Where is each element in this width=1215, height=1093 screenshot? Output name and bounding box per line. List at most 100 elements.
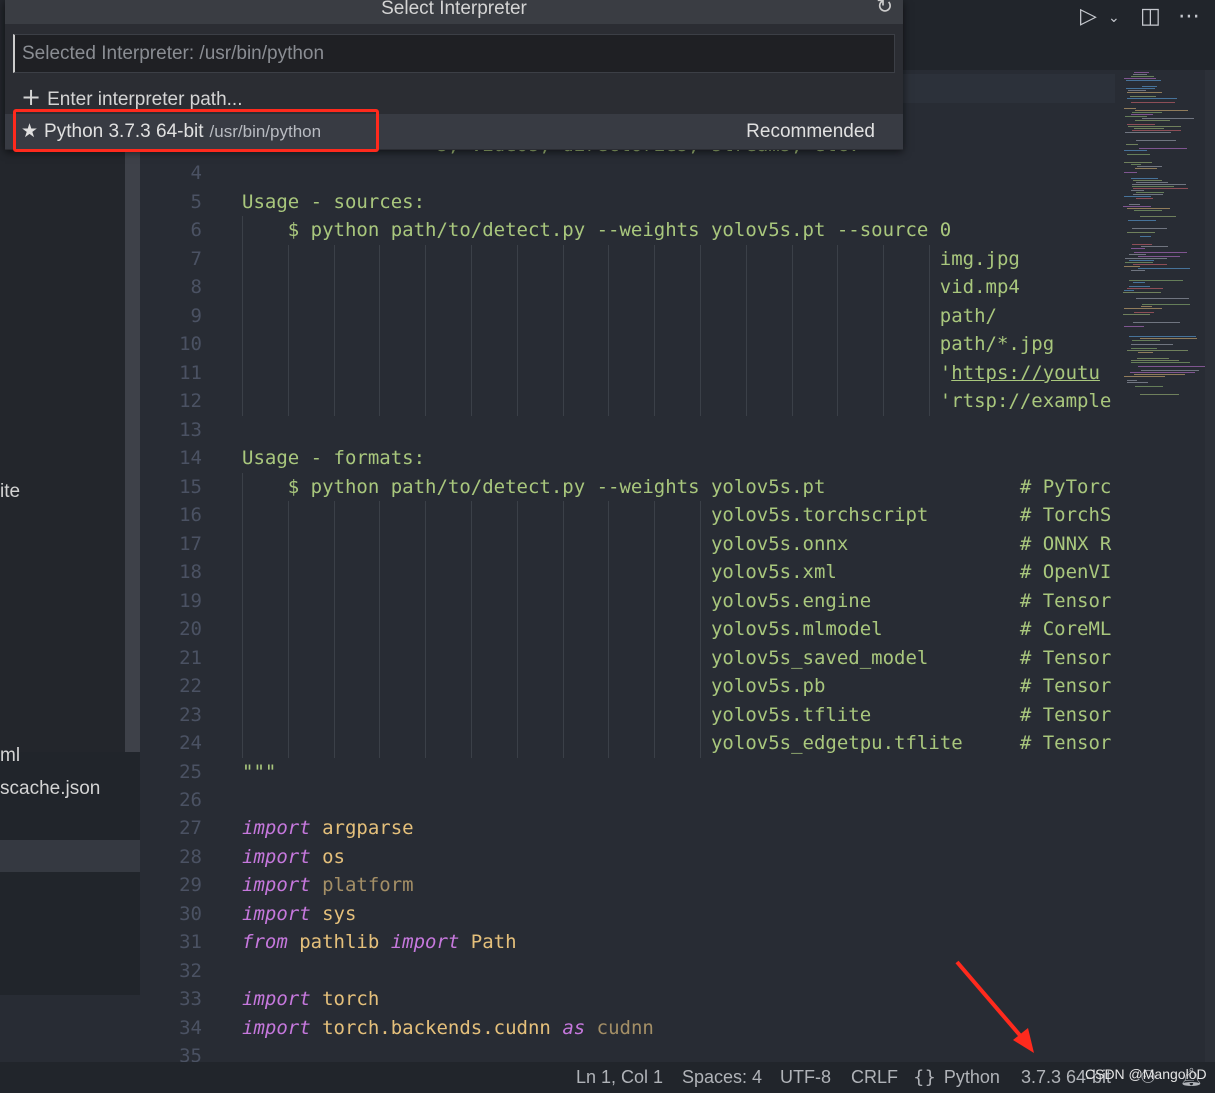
sidebar-item[interactable]: ite xyxy=(0,481,20,503)
line-number: 22 xyxy=(179,675,202,698)
end-of-line[interactable]: CRLF xyxy=(851,1067,898,1088)
code-line[interactable]: 29 import platform xyxy=(140,871,1115,900)
minimap-line xyxy=(1137,358,1170,359)
minimap-line xyxy=(1142,86,1158,87)
code-line[interactable]: 12 'rtsp://example xyxy=(140,387,1115,416)
encoding[interactable]: UTF-8 xyxy=(780,1067,831,1088)
minimap-line xyxy=(1133,180,1162,181)
minimap-line xyxy=(1129,336,1197,337)
indent-guide xyxy=(516,643,518,673)
line-number: 31 xyxy=(179,931,202,954)
minimap-line xyxy=(1124,162,1153,163)
minimap-line xyxy=(1131,360,1180,361)
code-token: import xyxy=(242,845,311,868)
split-editor-icon[interactable]: ◫ xyxy=(1140,4,1161,29)
indent-guide xyxy=(654,672,656,701)
code-line[interactable]: 5 Usage - sources: xyxy=(140,188,1115,217)
indent-guide xyxy=(745,244,747,274)
indent-guide xyxy=(333,301,335,331)
code-line[interactable]: 13 xyxy=(140,416,1115,445)
code-line[interactable]: 19 yolov5s.engine # Tensor xyxy=(140,586,1115,616)
code-token: pathlib xyxy=(287,931,391,954)
refresh-icon[interactable]: ↻ xyxy=(876,0,893,16)
code-line[interactable]: 33 import torch xyxy=(140,985,1115,1014)
code-line[interactable]: 22 yolov5s.pb # Tensor xyxy=(140,672,1115,701)
minimap-line xyxy=(1141,306,1152,307)
sidebar-item[interactable]: scache.json xyxy=(0,778,100,800)
minimap-line xyxy=(1131,164,1142,165)
chevron-down-icon[interactable]: ⌄ xyxy=(1108,10,1120,26)
minimap-line xyxy=(1140,236,1152,237)
highlight-annotation-box xyxy=(13,109,379,152)
code-line[interactable]: 8 vid.mp4 xyxy=(140,273,1115,302)
minimap-line xyxy=(1134,128,1164,129)
code-token: $ python path/to/detect.py --weights yol… xyxy=(242,219,952,242)
minimap-line xyxy=(1133,322,1180,323)
minimap-line xyxy=(1131,102,1176,103)
code-line[interactable]: 9 path/ xyxy=(140,301,1115,331)
minimap[interactable] xyxy=(1115,70,1214,1062)
recommended-badge: Recommended xyxy=(746,121,875,142)
code-line[interactable]: 11 'https://youtu xyxy=(140,358,1115,388)
code-line[interactable]: 16 yolov5s.torchscript # TorchS xyxy=(140,501,1115,530)
indent-guide xyxy=(242,529,243,559)
sidebar-item[interactable]: ml xyxy=(0,745,20,767)
indent-guide xyxy=(608,387,610,416)
code-text: Usage - formats: xyxy=(242,444,425,473)
cursor-position[interactable]: Ln 1, Col 1 xyxy=(576,1067,663,1088)
line-number: 5 xyxy=(190,190,202,213)
indent-guide xyxy=(700,586,701,616)
indentation[interactable]: Spaces: 4 xyxy=(682,1067,762,1088)
indent-guide xyxy=(700,301,701,331)
sidebar-selected-row[interactable] xyxy=(0,840,140,872)
code-line[interactable]: 34 import torch.backends.cudnn as cudnn xyxy=(140,1014,1115,1043)
code-line[interactable]: 20 yolov5s.mlmodel # CoreML xyxy=(140,615,1115,644)
code-line[interactable]: 21 yolov5s_saved_model # Tensor xyxy=(140,643,1115,673)
indent-guide xyxy=(471,358,472,388)
code-line[interactable]: 14 Usage - formats: xyxy=(140,444,1115,473)
indent-guide xyxy=(700,729,701,758)
code-line[interactable]: 26 xyxy=(140,786,1115,815)
indent-guide xyxy=(516,558,518,587)
interpreter-search-input[interactable]: Selected Interpreter: /usr/bin/python xyxy=(13,34,895,73)
minimap-line xyxy=(1134,374,1186,375)
code-editor[interactable]: 3 s, videos, directories, streams, etc.4… xyxy=(140,70,1115,1062)
editor-scrollbar[interactable] xyxy=(1205,70,1215,1062)
indent-guide xyxy=(562,358,564,388)
indent-guide xyxy=(516,615,518,644)
code-token: argparse xyxy=(310,817,414,840)
indent-guide xyxy=(791,358,793,388)
indent-guide xyxy=(379,358,381,388)
code-line[interactable]: 10 path/*.jpg xyxy=(140,330,1115,359)
play-icon[interactable]: ▷ xyxy=(1080,4,1097,29)
code-line[interactable]: 25 """ xyxy=(140,758,1115,787)
code-text: yolov5s_saved_model # Tensor xyxy=(242,644,1111,673)
code-line[interactable]: 24 yolov5s_edgetpu.tflite # Tensor xyxy=(140,729,1115,758)
code-line[interactable]: 23 yolov5s.tflite # Tensor xyxy=(140,700,1115,730)
code-line[interactable]: 4 xyxy=(140,159,1115,188)
enter-interpreter-path-option[interactable]: + Enter interpreter path... xyxy=(5,82,903,112)
code-line[interactable]: 30 import sys xyxy=(140,900,1115,929)
indent-guide xyxy=(242,273,243,302)
code-line[interactable]: 28 import os xyxy=(140,843,1115,872)
code-line[interactable]: 15 $ python path/to/detect.py --weights … xyxy=(140,472,1115,502)
code-token: os xyxy=(310,845,345,868)
code-line[interactable]: 27 import argparse xyxy=(140,814,1115,843)
code-line[interactable]: 18 yolov5s.xml # OpenVI xyxy=(140,558,1115,587)
code-line[interactable]: 32 xyxy=(140,957,1115,986)
code-token: platform xyxy=(310,874,414,897)
code-line[interactable]: 17 yolov5s.onnx # ONNX R xyxy=(140,529,1115,559)
indent-guide xyxy=(379,558,381,587)
ellipsis-icon[interactable]: ⋯ xyxy=(1178,4,1200,29)
minimap-line xyxy=(1131,114,1153,115)
code-line[interactable]: 6 $ python path/to/detect.py --weights y… xyxy=(140,216,1115,245)
code-line[interactable]: 31 from pathlib import Path xyxy=(140,928,1115,957)
code-text: import platform xyxy=(242,871,414,900)
code-line[interactable]: 7 img.jpg xyxy=(140,244,1115,274)
indent-guide xyxy=(379,501,381,530)
code-token: yolov5s.onnx # ONNX R xyxy=(242,532,1112,555)
code-text: """ xyxy=(242,758,276,787)
code-line[interactable]: 35 xyxy=(140,1042,1115,1062)
indent-guide xyxy=(379,729,381,758)
language-mode[interactable]: {} Python xyxy=(913,1067,1000,1088)
